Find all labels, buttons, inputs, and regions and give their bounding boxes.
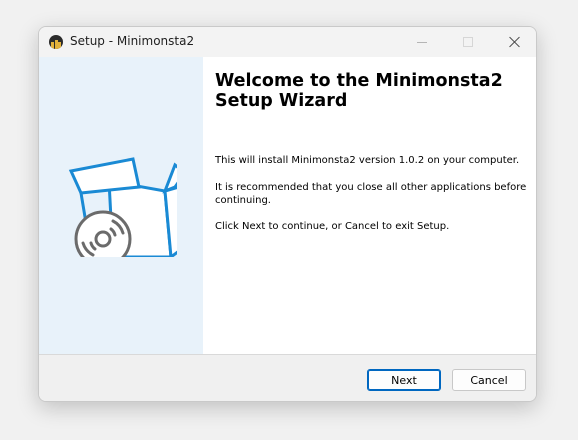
setup-window: Setup - Minimonsta2 Welcome to the Minim… bbox=[38, 26, 537, 402]
window-title: Setup - Minimonsta2 bbox=[70, 34, 195, 48]
welcome-content: Welcome to the Minimonsta2 Setup Wizard … bbox=[215, 71, 527, 232]
recommendation-text: It is recommended that you close all oth… bbox=[215, 182, 527, 206]
minimize-button[interactable] bbox=[399, 27, 445, 57]
close-button[interactable] bbox=[491, 27, 536, 57]
next-button[interactable]: Next bbox=[367, 369, 441, 391]
title-bar[interactable]: Setup - Minimonsta2 bbox=[39, 27, 536, 57]
side-panel bbox=[39, 57, 203, 354]
instruction-text: Click Next to continue, or Cancel to exi… bbox=[215, 221, 450, 232]
software-box-disc-icon bbox=[68, 157, 177, 257]
app-icon bbox=[49, 35, 63, 49]
cancel-button[interactable]: Cancel bbox=[452, 369, 526, 391]
close-icon bbox=[508, 36, 520, 48]
wizard-body: Welcome to the Minimonsta2 Setup Wizard … bbox=[39, 57, 536, 354]
page-title: Welcome to the Minimonsta2 Setup Wizard bbox=[215, 71, 503, 111]
install-info-text: This will install Minimonsta2 version 1.… bbox=[215, 155, 520, 166]
button-bar: Next Cancel bbox=[39, 355, 536, 401]
maximize-icon bbox=[463, 37, 473, 47]
minimize-icon bbox=[417, 41, 427, 43]
maximize-button[interactable] bbox=[445, 27, 491, 57]
